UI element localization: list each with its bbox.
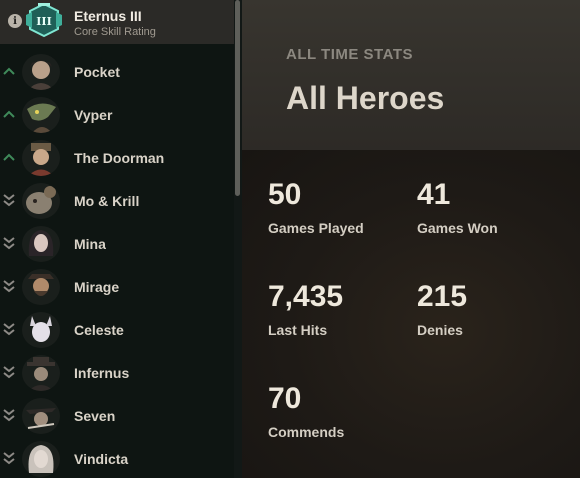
hero-portrait-vyper — [22, 97, 60, 133]
hero-row-seven[interactable]: Seven — [0, 394, 234, 437]
hero-list: Pocket Vyper The Doorman Mo & Krill Mina… — [0, 50, 234, 478]
stat-label: Commends — [268, 424, 345, 440]
hero-name: The Doorman — [74, 150, 165, 166]
hero-sidebar: i III Eternus III Core Skill Rating Pock… — [0, 0, 242, 478]
hero-row-infernus[interactable]: Infernus — [0, 351, 234, 394]
hero-row-vyper[interactable]: Vyper — [0, 93, 234, 136]
hero-row-the-doorman[interactable]: The Doorman — [0, 136, 234, 179]
hero-row-mirage[interactable]: Mirage — [0, 265, 234, 308]
stat-value: 70 — [268, 382, 302, 415]
hero-portrait-the-doorman — [22, 140, 60, 176]
trend-up-icon — [2, 149, 16, 165]
hero-name: Vyper — [74, 107, 113, 123]
hero-portrait-pocket — [22, 54, 60, 90]
hero-portrait-mo-krill — [22, 183, 60, 219]
rank-row[interactable]: i III Eternus III Core Skill Rating — [0, 0, 234, 44]
trend-down-icon — [2, 235, 16, 251]
hero-portrait-mina — [22, 226, 60, 262]
stat-commends: 70 Commends — [268, 382, 344, 440]
trend-up-icon — [2, 106, 16, 122]
hero-name: Seven — [74, 408, 116, 424]
hero-name: Mirage — [74, 279, 120, 295]
stat-games-played: 50 Games Played — [268, 178, 364, 236]
hero-portrait-mirage — [22, 269, 60, 305]
stats-title: All Heroes — [286, 80, 445, 116]
hero-row-celeste[interactable]: Celeste — [0, 308, 234, 351]
stat-label: Last Hits — [268, 322, 328, 338]
hero-name: Pocket — [74, 64, 120, 80]
hero-name: Mo & Krill — [74, 193, 140, 209]
stat-value: 50 — [268, 178, 302, 211]
hero-name: Celeste — [74, 322, 124, 338]
hero-portrait-vindicta — [22, 441, 60, 477]
stat-label: Games Played — [268, 220, 364, 236]
stat-value: 41 — [417, 178, 451, 211]
hero-name: Vindicta — [74, 451, 129, 467]
stats-grid: 50 Games Played 41 Games Won 7,435 Last … — [242, 150, 580, 478]
trend-down-icon — [2, 321, 16, 337]
stat-value: 215 — [417, 280, 468, 313]
hero-row-pocket[interactable]: Pocket — [0, 50, 234, 93]
stat-label: Games Won — [417, 220, 498, 236]
stat-value: 7,435 — [268, 280, 344, 313]
stat-denies: 215 Denies — [417, 280, 467, 338]
hero-name: Mina — [74, 236, 106, 252]
trend-down-icon — [2, 450, 16, 466]
trend-down-icon — [2, 364, 16, 380]
rank-emblem-icon: III — [26, 2, 62, 38]
stat-label: Denies — [417, 322, 463, 338]
rank-name: Eternus III — [74, 8, 142, 24]
hero-portrait-seven — [22, 398, 60, 434]
trend-down-icon — [2, 278, 16, 294]
sidebar-scroll-thumb[interactable] — [235, 0, 240, 196]
stats-kicker: ALL TIME STATS — [286, 46, 413, 63]
trend-down-icon — [2, 192, 16, 208]
hero-row-mina[interactable]: Mina — [0, 222, 234, 265]
hero-name: Infernus — [74, 365, 130, 381]
rank-emblem-text: III — [36, 15, 51, 28]
hero-portrait-infernus — [22, 355, 60, 391]
hero-row-mo-krill[interactable]: Mo & Krill — [0, 179, 234, 222]
stats-panel: ALL TIME STATS All Heroes 50 Games Playe… — [242, 0, 580, 478]
stats-header: ALL TIME STATS All Heroes — [242, 0, 580, 150]
hero-row-vindicta[interactable]: Vindicta — [0, 437, 234, 478]
stat-last-hits: 7,435 Last Hits — [268, 280, 343, 338]
rank-subtitle: Core Skill Rating — [74, 26, 156, 38]
stat-games-won: 41 Games Won — [417, 178, 498, 236]
hero-portrait-celeste — [22, 312, 60, 348]
trend-down-icon — [2, 407, 16, 423]
trend-up-icon — [2, 63, 16, 79]
